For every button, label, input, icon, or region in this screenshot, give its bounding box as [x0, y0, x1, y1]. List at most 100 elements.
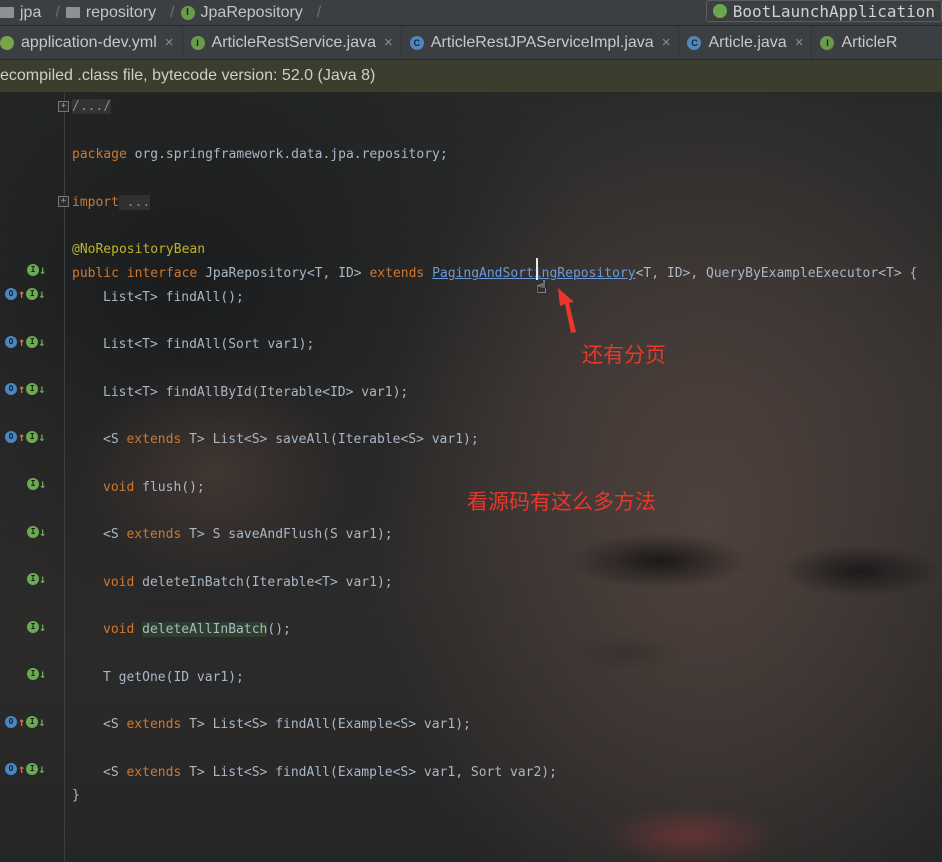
close-icon[interactable]: × — [384, 34, 393, 51]
yaml-file-icon — [0, 35, 14, 50]
implemented-marker[interactable]: I ↓ — [27, 476, 46, 492]
override-marker[interactable]: O ↑ I ↓ — [5, 761, 45, 777]
arrow-up-icon: ↑ — [18, 430, 26, 444]
folded-header[interactable]: /.../ — [72, 99, 112, 114]
breadcrumb-label: jpa — [20, 3, 42, 21]
tab-label: application-dev.yml — [21, 33, 157, 51]
arrow-down-icon: ↓ — [39, 667, 47, 681]
closing-brace: } — [72, 788, 80, 803]
overrides-icon: O — [5, 336, 17, 348]
package-name: org.springframework.data.jpa.repository; — [126, 147, 448, 162]
method-code: T getOne(ID var1); — [103, 670, 244, 685]
hand-cursor-icon: ☝ — [536, 277, 547, 298]
interface-icon: I — [190, 35, 205, 50]
method-code: void deleteAllInBatch(); — [103, 622, 291, 637]
class-icon: C — [687, 35, 702, 50]
breadcrumb-label: JpaRepository — [200, 3, 303, 21]
run-config-label: BootLaunchApplication — [732, 1, 935, 21]
spring-boot-icon — [712, 4, 727, 18]
gutter-divider — [64, 93, 65, 862]
annotation: @NoRepositoryBean — [72, 242, 206, 257]
method-code: <S extends T> List<S> findAll(Example<S>… — [103, 717, 471, 732]
interface-name: JpaRepository<T, ID> — [197, 266, 370, 281]
code-line: /.../ — [72, 99, 112, 114]
decl-rest: <T, ID>, QueryByExampleExecutor<T> { — [635, 266, 918, 281]
override-marker[interactable]: O ↑ I ↓ — [5, 429, 45, 445]
notice-text: ecompiled .class file, bytecode version:… — [0, 67, 376, 84]
implemented-icon: I — [26, 763, 39, 775]
implemented-icon: I — [27, 573, 39, 585]
implemented-marker[interactable]: I ↓ — [27, 666, 46, 682]
implemented-marker[interactable]: I ↓ — [27, 262, 46, 278]
folder-icon — [0, 7, 14, 18]
run-config-selector[interactable]: BootLaunchApplication — [705, 0, 942, 22]
implemented-icon: I — [26, 431, 39, 443]
arrow-down-icon: ↓ — [38, 287, 46, 301]
keyword: interface — [118, 266, 198, 281]
close-icon[interactable]: × — [165, 34, 174, 51]
implemented-icon: I — [27, 668, 39, 680]
tab-label: Article.java — [708, 33, 787, 51]
fold-toggle-icon[interactable]: + — [58, 101, 69, 112]
arrow-down-icon: ↓ — [38, 762, 46, 776]
method-line: List<T> findAllById(Iterable<ID> var1); — [103, 385, 408, 400]
close-icon[interactable]: × — [662, 34, 671, 51]
method-code: List<T> findAllById(Iterable<ID> var1); — [103, 385, 409, 400]
arrow-down-icon: ↓ — [39, 263, 47, 277]
method-line: T getOne(ID var1); — [103, 670, 244, 685]
code-editor[interactable]: /.../ package org.springframework.data.j… — [72, 0, 917, 803]
override-marker[interactable]: O ↑ I ↓ — [5, 714, 45, 730]
fold-toggle-icon[interactable]: + — [58, 196, 69, 207]
paging-and-sorting-repository-link[interactable]: PagingAndSortingRepository — [432, 266, 636, 281]
code-line: import ... — [72, 195, 151, 210]
arrow-down-icon: ↓ — [38, 382, 46, 396]
code-line: package org.springframework.data.jpa.rep… — [72, 147, 448, 162]
method-code: List<T> findAll(Sort var1); — [103, 337, 315, 352]
tab-articler[interactable]: I ArticleR — [812, 26, 905, 59]
arrow-down-icon: ↓ — [39, 477, 47, 491]
method-code: <S extends T> List<S> saveAll(Iterable<S… — [103, 432, 479, 447]
implemented-marker[interactable]: I ↓ — [27, 571, 46, 587]
override-marker[interactable]: O ↑ I ↓ — [5, 286, 45, 302]
tab-application-dev-yml[interactable]: application-dev.yml × — [0, 26, 183, 59]
arrow-down-icon: ↓ — [39, 620, 47, 634]
arrow-up-icon: ↑ — [18, 382, 26, 396]
tab-label: ArticleRestService.java — [211, 33, 377, 51]
override-marker[interactable]: O ↑ I ↓ — [5, 381, 45, 397]
folded-imports[interactable]: ... — [118, 195, 151, 210]
tab-articlerestjpaserviceimpl[interactable]: C ArticleRestJPAServiceImpl.java × — [402, 26, 680, 59]
close-icon[interactable]: × — [795, 34, 804, 51]
breadcrumb-item-jpa[interactable]: jpa — [0, 4, 41, 22]
decompiled-notice: ecompiled .class file, bytecode version:… — [0, 60, 942, 93]
breadcrumb-item-jparepository[interactable]: I JpaRepository — [180, 3, 303, 22]
method-line: void deleteAllInBatch(); — [103, 622, 291, 637]
keyword: package — [72, 147, 127, 162]
overrides-icon: O — [5, 716, 17, 728]
implemented-marker[interactable]: I ↓ — [27, 524, 46, 540]
implemented-marker[interactable]: I ↓ — [27, 619, 46, 635]
breadcrumb-separator: / — [170, 3, 175, 21]
method-line: void deleteInBatch(Iterable<T> var1); — [103, 575, 393, 590]
method-line: void flush(); — [103, 480, 205, 495]
override-marker[interactable]: O ↑ I ↓ — [5, 334, 45, 350]
method-code: <S extends T> S saveAndFlush(S var1); — [103, 527, 393, 542]
overrides-icon: O — [5, 431, 17, 443]
arrow-down-icon: ↓ — [38, 430, 46, 444]
implemented-icon: I — [26, 716, 39, 728]
arrow-up-icon: ↑ — [18, 762, 26, 776]
method-code: void deleteInBatch(Iterable<T> var1); — [103, 575, 393, 590]
method-line: <S extends T> List<S> findAll(Example<S>… — [103, 765, 557, 780]
implemented-icon: I — [26, 288, 39, 300]
class-icon: C — [409, 35, 424, 50]
methods-note: 看源码有这么多方法 — [467, 490, 656, 514]
tab-articlerestservice[interactable]: I ArticleRestService.java × — [183, 26, 402, 59]
method-code: <S extends T> List<S> findAll(Example<S>… — [103, 765, 557, 780]
arrow-down-icon: ↓ — [39, 525, 47, 539]
interface-icon: I — [820, 35, 835, 50]
code-line: @NoRepositoryBean — [72, 242, 205, 257]
tab-article[interactable]: C Article.java × — [679, 26, 813, 59]
implemented-icon: I — [27, 526, 39, 538]
arrow-up-icon: ↑ — [18, 715, 26, 729]
breadcrumb-separator: / — [316, 3, 322, 21]
method-line: <S extends T> List<S> findAll(Example<S>… — [103, 717, 471, 732]
